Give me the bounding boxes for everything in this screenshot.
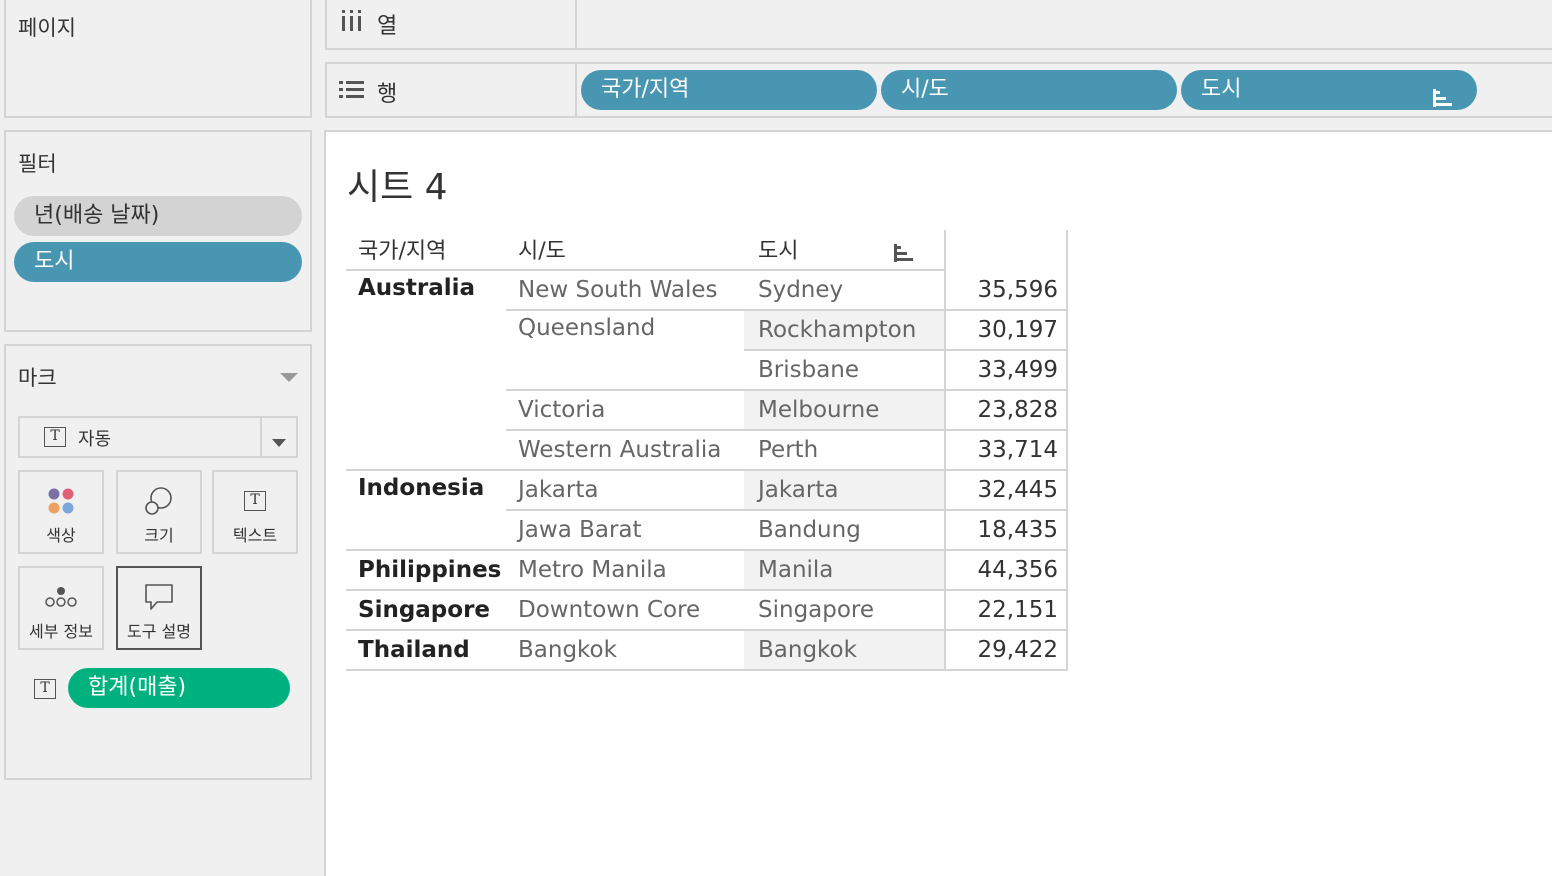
value-cell[interactable]: 44,356 — [946, 550, 1066, 590]
sort-icon[interactable] — [1433, 81, 1453, 121]
values-right-border — [1066, 230, 1068, 670]
city-cell[interactable]: Brisbane — [758, 350, 859, 390]
state-cell[interactable]: Downtown Core — [518, 590, 700, 630]
tooltip-icon — [118, 580, 200, 614]
state-cell[interactable]: Jawa Barat — [518, 510, 642, 550]
pages-title: 페이지 — [18, 16, 76, 40]
state-cell[interactable]: New South Wales — [518, 270, 718, 310]
country-cell[interactable]: Thailand — [358, 630, 470, 670]
header-country[interactable]: 국가/지역 — [358, 232, 446, 272]
city-cell[interactable]: Sydney — [758, 270, 843, 310]
marks-panel[interactable]: 마크 T 자동 색상 크기 T 텍스트 세부 정보 도구 설명 T 합계(매출) — [4, 344, 312, 780]
text-card[interactable]: T 텍스트 — [212, 470, 298, 554]
rows-pill-city[interactable]: 도시 — [1181, 70, 1477, 110]
detail-icon — [20, 580, 102, 614]
country-cell[interactable]: Philippines — [358, 550, 501, 590]
columns-icon — [341, 10, 363, 36]
color-icon — [20, 484, 102, 518]
color-card[interactable]: 색상 — [18, 470, 104, 554]
city-cell[interactable]: Melbourne — [758, 390, 879, 430]
state-cell[interactable]: Western Australia — [518, 430, 721, 470]
value-cell[interactable]: 33,499 — [946, 350, 1066, 390]
state-cell[interactable]: Bangkok — [518, 630, 617, 670]
text-card-label: 텍스트 — [232, 526, 278, 545]
filters-panel[interactable]: 필터 년(배송 날짜) 도시 — [4, 130, 312, 332]
color-card-label: 색상 — [46, 526, 76, 545]
detail-card-label: 세부 정보 — [29, 622, 93, 641]
value-cell[interactable]: 30,197 — [946, 310, 1066, 350]
rows-label: 행 — [377, 82, 398, 107]
mark-type-value: 자동 — [78, 429, 112, 450]
country-cell[interactable]: Indonesia — [358, 468, 484, 508]
rows-shelf-label: 행 — [327, 64, 577, 116]
size-icon — [118, 484, 200, 518]
country-cell[interactable]: Singapore — [358, 590, 490, 630]
marks-title: 마크 — [18, 366, 57, 390]
text-mark-icon: T — [44, 427, 66, 447]
rows-pill-city-label: 도시 — [1201, 77, 1242, 102]
value-cell[interactable]: 18,435 — [946, 510, 1066, 550]
tooltip-card[interactable]: 도구 설명 — [116, 566, 202, 650]
header-sort-icon[interactable] — [894, 244, 914, 266]
city-cell[interactable]: Manila — [758, 550, 833, 590]
value-cell[interactable]: 29,422 — [946, 630, 1066, 670]
rows-pill-state[interactable]: 시/도 — [881, 70, 1177, 110]
tooltip-card-label: 도구 설명 — [127, 622, 191, 641]
text-field-icon: T — [34, 679, 56, 699]
header-state[interactable]: 시/도 — [518, 232, 566, 272]
filters-title: 필터 — [18, 152, 57, 176]
pages-panel[interactable]: 페이지 — [4, 0, 312, 118]
text-icon: T — [244, 491, 266, 511]
size-card[interactable]: 크기 — [116, 470, 202, 554]
rows-icon — [339, 80, 365, 104]
marks-collapse-icon[interactable] — [280, 368, 298, 387]
value-cell[interactable]: 35,596 — [946, 270, 1066, 310]
detail-card[interactable]: 세부 정보 — [18, 566, 104, 650]
size-card-label: 크기 — [144, 526, 174, 545]
state-cell[interactable]: Victoria — [518, 390, 605, 430]
chevron-down-icon — [272, 433, 286, 452]
country-cell[interactable]: Australia — [358, 268, 475, 308]
city-cell[interactable]: Rockhampton — [758, 310, 916, 350]
city-cell[interactable]: Bangkok — [758, 630, 857, 670]
value-cell[interactable]: 33,714 — [946, 430, 1066, 470]
dropdown-divider — [260, 418, 262, 456]
city-cell[interactable]: Perth — [758, 430, 818, 470]
mark-type-dropdown[interactable]: T 자동 — [18, 416, 298, 458]
state-cell[interactable]: Metro Manila — [518, 550, 667, 590]
city-cell[interactable]: Singapore — [758, 590, 874, 630]
columns-shelf-label: 열 — [327, 0, 577, 48]
sheet-canvas[interactable]: 시트 4 국가/지역 시/도 도시 Australia New South Wa… — [324, 130, 1552, 876]
filter-pill-city[interactable]: 도시 — [14, 242, 302, 282]
header-city[interactable]: 도시 — [758, 232, 798, 272]
value-cell[interactable]: 32,445 — [946, 470, 1066, 510]
columns-label: 열 — [377, 14, 398, 39]
state-cell[interactable]: Queensland — [518, 308, 655, 348]
crosstab: 국가/지역 시/도 도시 Australia New South Wales S… — [346, 230, 1068, 672]
value-cell[interactable]: 22,151 — [946, 590, 1066, 630]
state-cell[interactable]: Jakarta — [518, 470, 598, 510]
columns-shelf[interactable]: 열 — [325, 0, 1552, 50]
value-cell[interactable]: 23,828 — [946, 390, 1066, 430]
city-cell[interactable]: Bandung — [758, 510, 861, 550]
sum-sales-pill[interactable]: 합계(매출) — [68, 668, 290, 708]
sheet-title: 시트 4 — [347, 167, 448, 208]
filter-pill-ship-year[interactable]: 년(배송 날짜) — [14, 196, 302, 236]
rows-shelf[interactable]: 행 국가/지역 시/도 도시 — [325, 62, 1552, 118]
city-cell[interactable]: Jakarta — [758, 470, 838, 510]
rows-pill-country[interactable]: 국가/지역 — [581, 70, 877, 110]
